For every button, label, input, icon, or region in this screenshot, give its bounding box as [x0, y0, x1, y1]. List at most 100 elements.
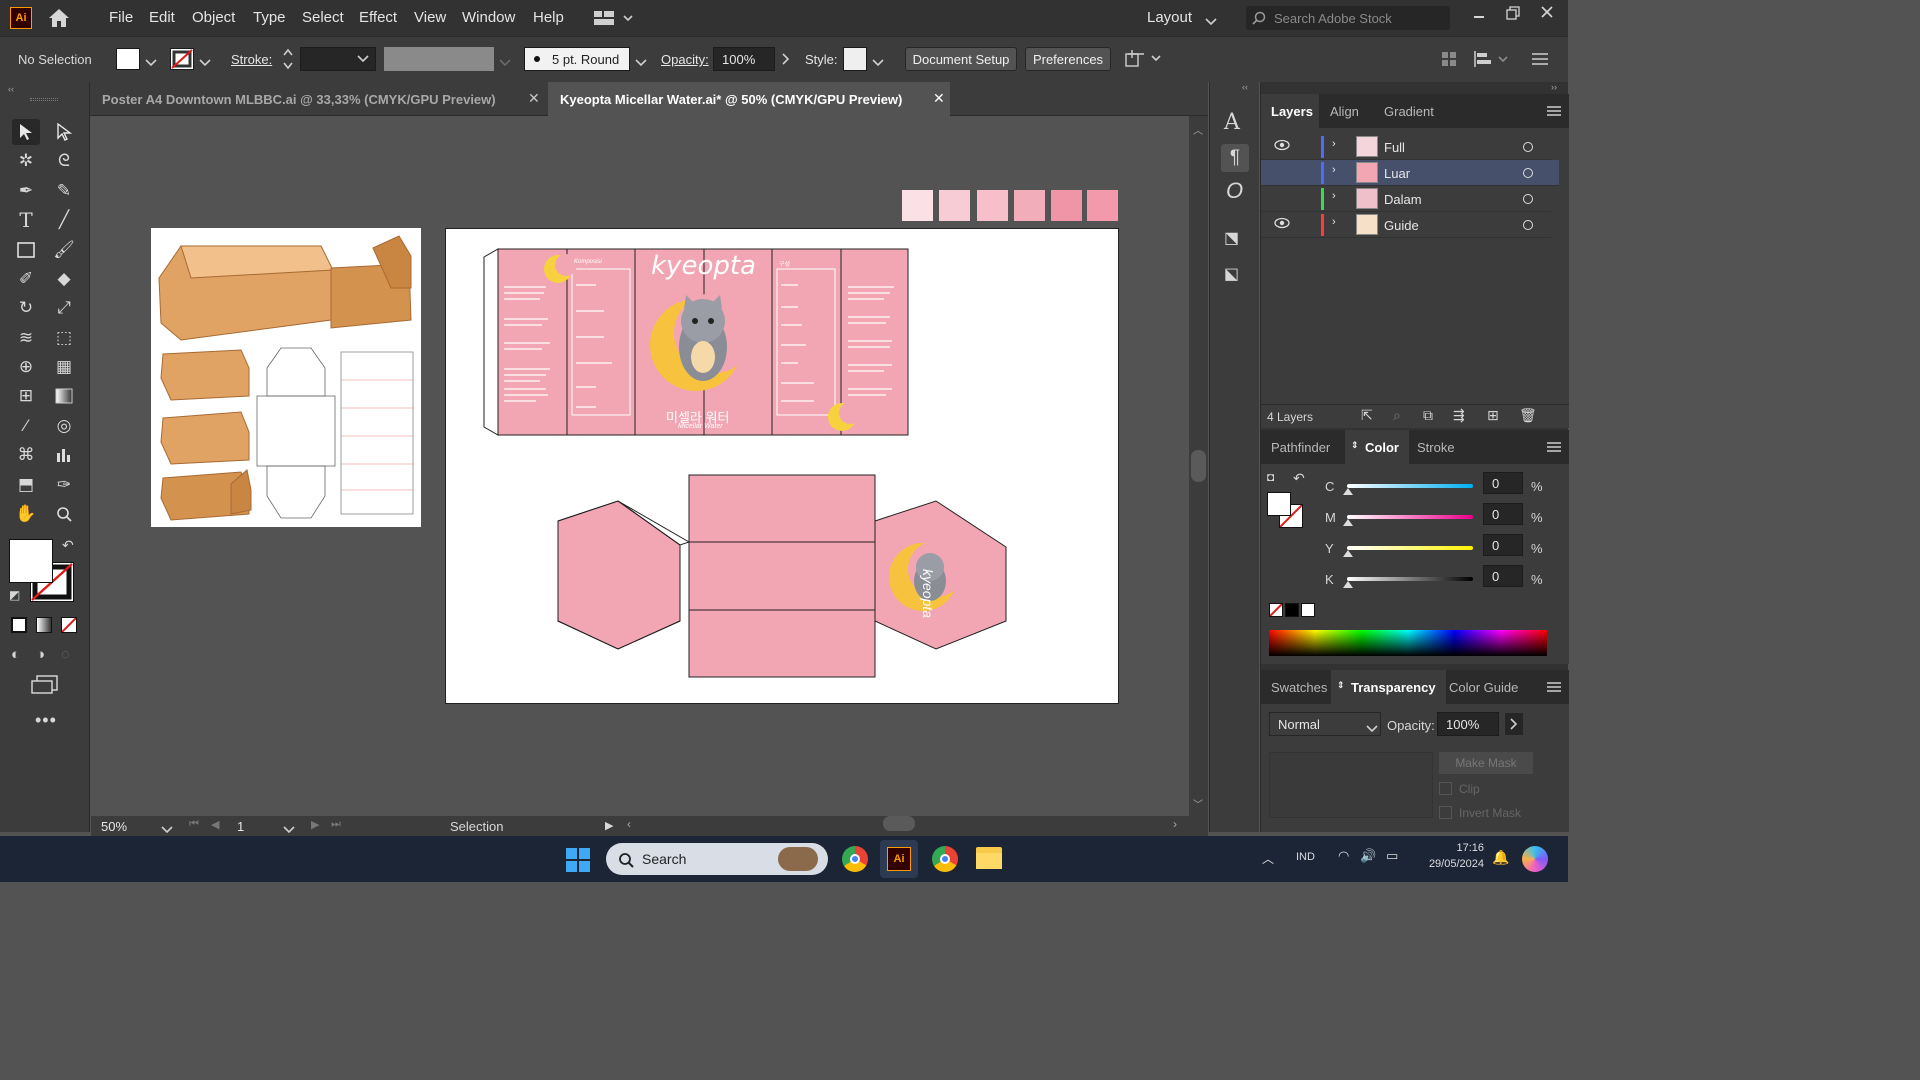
first-artboard-icon[interactable]: ⏮ [189, 818, 199, 831]
tab-stroke[interactable]: Stroke [1407, 430, 1465, 464]
line-tool-icon[interactable]: ╱ [50, 207, 78, 233]
collapse-icon[interactable]: ‹‹ [8, 84, 14, 94]
chevron-down-icon[interactable] [161, 822, 173, 837]
next-artboard-icon[interactable]: ▶ [311, 818, 319, 831]
mesh-tool-icon[interactable]: ⊞ [12, 383, 40, 409]
free-transform-tool-icon[interactable]: ⬚ [50, 325, 78, 351]
illustrator-taskbar-item[interactable]: Ai [880, 840, 918, 878]
horizontal-scroll-thumb[interactable] [883, 816, 915, 831]
paintbrush-tool-icon[interactable]: 🖌 [50, 237, 78, 263]
menu-effect[interactable]: Effect [359, 9, 397, 26]
cyan-slider-handle[interactable] [1343, 488, 1353, 495]
yellow-slider-handle[interactable] [1343, 550, 1353, 557]
close-window-icon[interactable] [1540, 5, 1554, 22]
target-icon[interactable] [1523, 220, 1533, 230]
eye-icon[interactable] [1274, 217, 1290, 232]
blend-tool-icon[interactable]: ◎ [50, 413, 78, 439]
chevron-down-icon[interactable] [283, 822, 295, 837]
fill-color-swatch[interactable] [116, 48, 140, 70]
style-swatch[interactable] [843, 47, 867, 71]
chevron-down-icon[interactable] [499, 55, 511, 70]
new-layer-icon[interactable]: ⊞ [1487, 407, 1499, 424]
black-slider-handle[interactable] [1343, 581, 1353, 588]
chevron-right-icon[interactable]: › [1332, 216, 1336, 228]
clipping-mask-icon[interactable]: ⧉ [1423, 407, 1433, 424]
target-icon[interactable] [1523, 142, 1533, 152]
chrome-profile-icon[interactable] [842, 846, 868, 872]
menu-type[interactable]: Type [253, 9, 286, 26]
menu-object[interactable]: Object [192, 9, 235, 26]
target-icon[interactable] [1523, 168, 1533, 178]
swap-icon[interactable]: ↶ [1293, 470, 1305, 487]
layer-row[interactable]: › Guide [1261, 212, 1551, 238]
new-sublayer-icon[interactable]: ⇶ [1453, 407, 1465, 424]
menu-window[interactable]: Window [462, 9, 515, 26]
make-mask-button[interactable]: Make Mask [1439, 752, 1533, 774]
draw-behind-icon[interactable]: ◑ [36, 646, 45, 663]
clock-date[interactable]: 29/05/2024 [1420, 858, 1484, 870]
stroke-weight-field[interactable] [300, 47, 376, 71]
panel-menu-icon[interactable] [1547, 105, 1561, 120]
restore-icon[interactable] [1506, 6, 1520, 23]
close-icon[interactable]: ✕ [528, 90, 540, 107]
chevron-down-icon[interactable] [872, 55, 884, 70]
status-menu-icon[interactable]: ▶ [605, 819, 613, 832]
pink-swatch-1[interactable] [902, 190, 933, 221]
slice-tool-icon[interactable]: ✑ [50, 472, 78, 498]
battery-icon[interactable]: ▭ [1386, 848, 1398, 864]
menu-help[interactable]: Help [533, 9, 564, 26]
zoom-tool-icon[interactable] [50, 501, 78, 527]
transform-icon[interactable] [1124, 49, 1164, 72]
workspace-switcher[interactable]: Layout [1147, 9, 1192, 26]
stroke-weight-stepper[interactable] [281, 46, 295, 72]
layers-scrollbar[interactable] [1559, 128, 1567, 404]
toolbar-grip[interactable] [30, 98, 58, 101]
magenta-slider[interactable] [1347, 515, 1473, 519]
black-color-swatch[interactable] [1285, 603, 1299, 617]
more-tools-icon[interactable]: ••• [35, 710, 57, 731]
pink-swatch-3[interactable] [977, 190, 1008, 221]
scroll-down-icon[interactable]: ﹀ [1193, 796, 1203, 811]
shaper-tool-icon[interactable]: ✐ [12, 266, 40, 292]
gradient-mode-icon[interactable] [36, 617, 52, 633]
tab-transparency[interactable]: ⇕ Transparency [1331, 670, 1446, 704]
paragraph-panel-icon[interactable]: ¶ [1221, 144, 1249, 172]
tab-align[interactable]: Align [1320, 94, 1369, 128]
invert-mask-checkbox[interactable] [1439, 806, 1452, 819]
chevron-right-icon[interactable]: › [1332, 190, 1336, 202]
paragraph-styles-icon[interactable]: ⬕ [1224, 264, 1239, 284]
symbol-sprayer-tool-icon[interactable]: ⌘ [12, 442, 40, 468]
artboard[interactable]: kyeopta 미셀라 워터 Micellar Water Komposisi … [445, 228, 1119, 704]
tab-poster[interactable]: Poster A4 Downtown MLBBC.ai @ 33,33% (CM… [90, 82, 548, 116]
draw-inside-icon[interactable]: ◌ [61, 646, 70, 663]
gradient-tool-icon[interactable] [50, 383, 78, 409]
pink-swatch-5[interactable] [1051, 190, 1082, 221]
pink-swatch-2[interactable] [939, 190, 970, 221]
variable-width-profile[interactable] [384, 47, 494, 71]
expand-icon[interactable]: ‹‹ [1242, 82, 1248, 92]
notification-icon[interactable]: 🔔 [1492, 849, 1509, 866]
pink-swatch-4[interactable] [1014, 190, 1045, 221]
close-icon[interactable]: ✕ [933, 90, 945, 107]
align-icon[interactable] [1473, 50, 1509, 71]
chevron-right-icon[interactable] [782, 53, 790, 68]
layer-row-selected[interactable]: › Luar [1261, 160, 1559, 186]
panel-menu-icon[interactable] [1547, 681, 1561, 696]
color-fill-swatch[interactable] [1267, 492, 1291, 516]
stroke-label[interactable]: Stroke: [231, 52, 272, 67]
layer-row[interactable]: › Full [1261, 134, 1551, 160]
default-fill-stroke-icon[interactable]: ◩ [9, 588, 20, 602]
fill-stroke-mini-icon[interactable]: ◘ [1267, 470, 1274, 484]
opentype-panel-icon[interactable]: O [1226, 178, 1243, 204]
artboard-tool-icon[interactable]: ⬒ [12, 472, 40, 498]
magic-wand-tool-icon[interactable]: ✲ [12, 148, 40, 174]
canvas[interactable]: kyeopta 미셀라 워터 Micellar Water Komposisi … [91, 116, 1189, 816]
chevron-right-icon[interactable] [1505, 713, 1523, 735]
last-artboard-icon[interactable]: ⏭ [331, 818, 341, 831]
eye-icon[interactable] [1274, 139, 1290, 154]
magenta-slider-handle[interactable] [1343, 519, 1353, 526]
color-spectrum[interactable] [1269, 630, 1547, 656]
warp-tool-icon[interactable]: ≋ [12, 325, 40, 351]
tab-pathfinder[interactable]: Pathfinder [1261, 430, 1340, 464]
chevron-down-icon[interactable] [635, 55, 647, 70]
